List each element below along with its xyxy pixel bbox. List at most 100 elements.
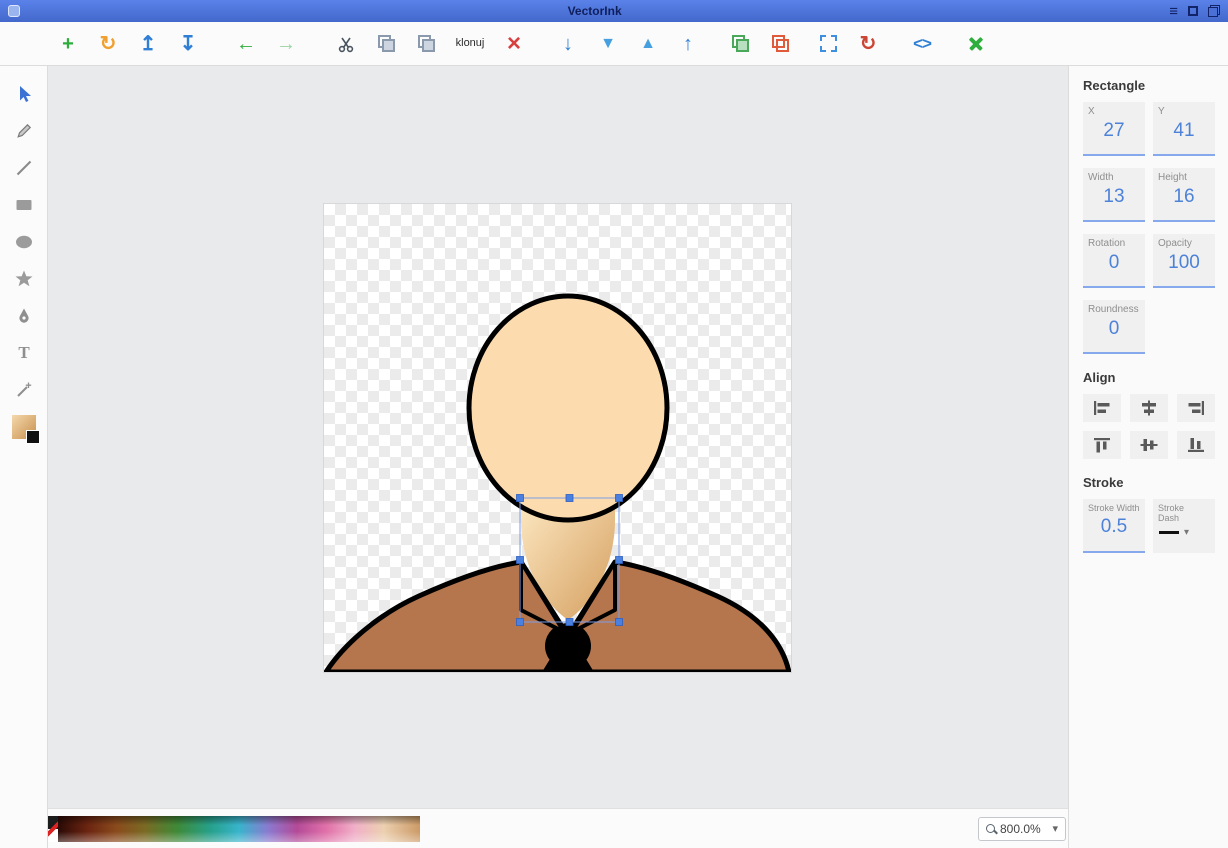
undo-button[interactable]: ← <box>228 27 264 61</box>
field-x-value[interactable]: 27 <box>1083 120 1145 142</box>
statusbar: 800.0% ▾ <box>48 808 1068 848</box>
stroke-dash-select[interactable]: Stroke Dash ▾ <box>1153 499 1215 553</box>
field-roundness-value[interactable]: 0 <box>1083 318 1145 340</box>
download-button[interactable]: ↧ <box>170 27 206 61</box>
field-opacity[interactable]: Opacity 100 <box>1153 234 1215 288</box>
field-rotation[interactable]: Rotation 0 <box>1083 234 1145 288</box>
field-opacity-value[interactable]: 100 <box>1153 252 1215 274</box>
align-left-button[interactable] <box>1083 394 1121 422</box>
dash-caret-icon: ▾ <box>1184 527 1189 538</box>
move-down-button[interactable]: ↓ <box>550 27 586 61</box>
align-center-horizontal-button[interactable] <box>1130 394 1168 422</box>
pen-tool[interactable] <box>7 300 41 332</box>
selection-handle[interactable] <box>517 619 524 626</box>
triangle-up-icon: ▲ <box>640 36 656 52</box>
select-tool[interactable] <box>7 78 41 110</box>
fill-stroke-swatch[interactable] <box>12 415 36 439</box>
field-y-label: Y <box>1153 102 1215 117</box>
field-height[interactable]: Height 16 <box>1153 168 1215 222</box>
cascade-windows-icon[interactable] <box>1208 5 1220 17</box>
expand-button[interactable] <box>958 27 994 61</box>
stroke-dash-preview[interactable]: ▾ <box>1153 527 1215 538</box>
rotate-button[interactable]: ↻ <box>850 27 886 61</box>
align-middle-vertical-button[interactable] <box>1130 431 1168 459</box>
selection-handle[interactable] <box>616 557 623 564</box>
artboard[interactable] <box>324 204 791 672</box>
zoom-caret-icon[interactable]: ▾ <box>1052 822 1058 835</box>
cut-button[interactable] <box>328 27 364 61</box>
align-top-button[interactable] <box>1083 431 1121 459</box>
redo-button[interactable]: → <box>268 27 304 61</box>
code-view-button[interactable]: <> <box>904 27 940 61</box>
none-color-swatch[interactable] <box>48 816 58 842</box>
main-area: T <box>0 66 1228 848</box>
align-top-icon <box>1093 437 1111 453</box>
add-icon: + <box>62 34 74 54</box>
field-rotation-label: Rotation <box>1083 234 1145 249</box>
wand-tool[interactable] <box>7 374 41 406</box>
app-icon <box>8 5 20 17</box>
zoom-control[interactable]: 800.0% ▾ <box>978 817 1066 841</box>
selection-handle[interactable] <box>616 619 623 626</box>
field-stroke-width[interactable]: Stroke Width 0.5 <box>1083 499 1145 553</box>
star-tool[interactable] <box>7 263 41 295</box>
titlebar: VectorInk ≡ <box>0 0 1228 22</box>
field-y-value[interactable]: 41 <box>1153 120 1215 142</box>
paste-button[interactable] <box>368 27 404 61</box>
field-height-value[interactable]: 16 <box>1153 186 1215 208</box>
align-buttons <box>1083 394 1217 459</box>
align-middle-vertical-icon <box>1140 437 1158 453</box>
rectangle-tool[interactable] <box>7 189 41 221</box>
align-bottom-button[interactable] <box>1177 431 1215 459</box>
overlap-button[interactable] <box>762 27 798 61</box>
add-button[interactable]: + <box>50 27 86 61</box>
selection-handle[interactable] <box>566 619 573 626</box>
bring-to-front-button[interactable]: ▲ <box>630 27 666 61</box>
field-opacity-label: Opacity <box>1153 234 1215 249</box>
tool-palette: T <box>0 66 48 848</box>
shape-type-title: Rectangle <box>1083 78 1220 93</box>
field-roundness[interactable]: Roundness 0 <box>1083 300 1145 354</box>
pen-nib-icon <box>14 306 34 326</box>
field-y[interactable]: Y 41 <box>1153 102 1215 156</box>
main-toolbar: + ↻ ↥ ↧ ← → klonuj × ↓ ▼ ▲ ↑ ↻ <> <box>0 22 1228 66</box>
upload-button[interactable]: ↥ <box>130 27 166 61</box>
selection-handle[interactable] <box>616 495 623 502</box>
triangle-down-icon: ▼ <box>600 36 616 52</box>
palette-strip[interactable] <box>58 816 420 842</box>
field-x[interactable]: X 27 <box>1083 102 1145 156</box>
head-shape[interactable] <box>469 296 667 520</box>
text-tool[interactable]: T <box>7 337 41 369</box>
clone-button[interactable]: klonuj <box>448 27 492 61</box>
tie-body[interactable] <box>542 659 594 672</box>
menu-icon[interactable]: ≡ <box>1169 4 1178 19</box>
color-palette[interactable] <box>48 816 420 842</box>
pencil-tool[interactable] <box>7 115 41 147</box>
duplicate-button[interactable] <box>722 27 758 61</box>
copy-button[interactable] <box>408 27 444 61</box>
move-up-button[interactable]: ↑ <box>670 27 706 61</box>
field-width[interactable]: Width 13 <box>1083 168 1145 222</box>
stroke-title: Stroke <box>1083 475 1220 490</box>
field-width-value[interactable]: 13 <box>1083 186 1145 208</box>
ellipse-tool[interactable] <box>7 226 41 258</box>
arrow-up-icon: ↑ <box>683 34 693 54</box>
stroke-width-value[interactable]: 0.5 <box>1083 516 1145 538</box>
field-rotation-value[interactable]: 0 <box>1083 252 1145 274</box>
align-title: Align <box>1083 370 1220 385</box>
canvas[interactable] <box>48 66 1068 808</box>
selection-handle[interactable] <box>517 557 524 564</box>
send-to-back-button[interactable]: ▼ <box>590 27 626 61</box>
maximize-icon[interactable] <box>1188 6 1198 16</box>
arrow-down-icon: ↓ <box>563 34 573 54</box>
magnifier-icon <box>986 824 995 833</box>
align-right-button[interactable] <box>1177 394 1215 422</box>
selection-handle[interactable] <box>517 495 524 502</box>
select-region-button[interactable] <box>810 27 846 61</box>
delete-button[interactable]: × <box>496 27 532 61</box>
selection-handle[interactable] <box>566 495 573 502</box>
scissors-icon <box>337 35 355 53</box>
line-tool[interactable] <box>7 152 41 184</box>
reload-button[interactable]: ↻ <box>90 27 126 61</box>
svg-text:T: T <box>18 343 30 362</box>
